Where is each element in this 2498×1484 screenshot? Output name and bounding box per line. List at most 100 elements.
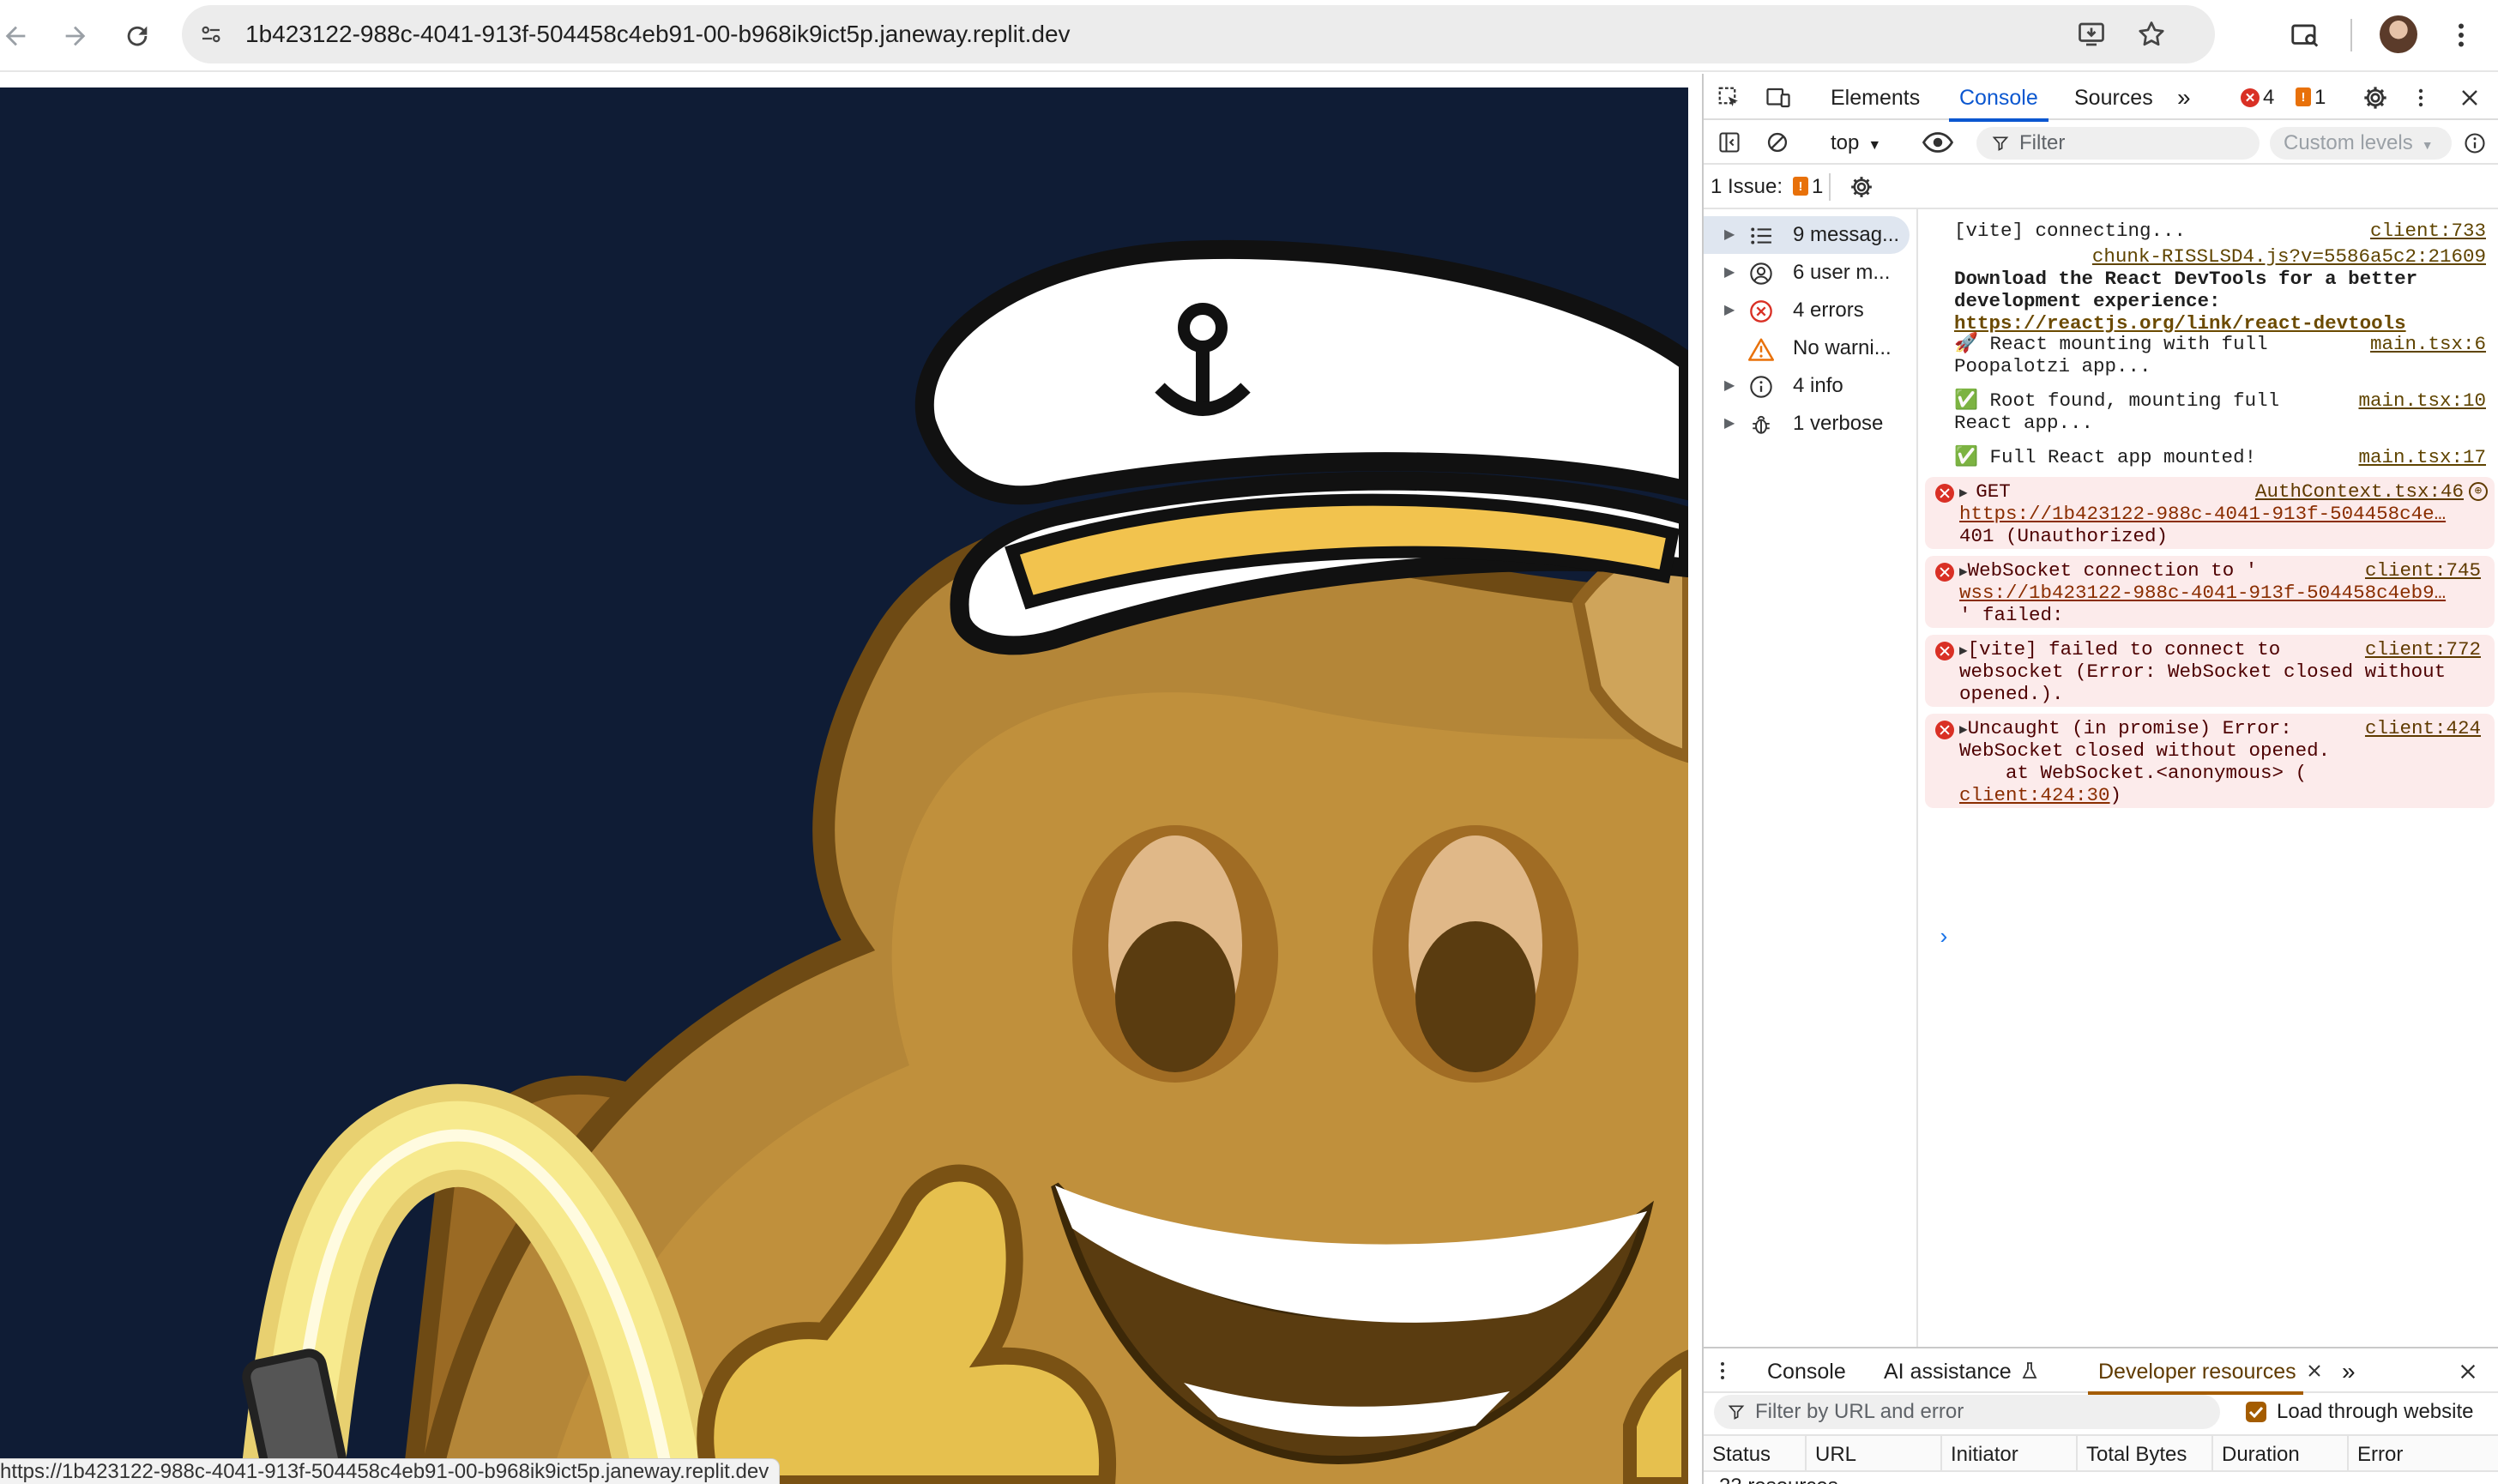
tab-console[interactable]: Console: [1949, 74, 2048, 122]
log-levels-label: Custom levels: [2284, 131, 2413, 154]
console-prompt-icon[interactable]: ›: [1937, 926, 1951, 949]
network-globe-icon[interactable]: ⊕: [2469, 482, 2488, 501]
live-expression-eye-icon[interactable]: [1922, 129, 1954, 156]
close-devtools-icon[interactable]: [2455, 83, 2484, 112]
column-status[interactable]: Status: [1704, 1436, 1771, 1472]
expand-arrow-icon[interactable]: ▶: [1724, 367, 1735, 405]
devtools-menu-icon[interactable]: [2411, 83, 2431, 112]
column-url[interactable]: URL: [1805, 1436, 1856, 1472]
arrow-left-icon: [5, 26, 26, 46]
issues-count[interactable]: 1: [1812, 165, 1823, 209]
request-url-link[interactable]: https://1b423122-988c-4041-913f-504458c4…: [1959, 503, 2446, 525]
drawer-menu-icon[interactable]: [1714, 1357, 1731, 1384]
resource-filter-input[interactable]: Filter by URL and error: [1714, 1395, 2220, 1429]
browser-menu-icon[interactable]: [2440, 14, 2483, 57]
settings-gear-icon[interactable]: [2361, 83, 2390, 112]
reload-icon: [127, 26, 148, 46]
bookmark-star-icon[interactable]: [2134, 17, 2169, 51]
issues-bar: 1 Issue: ! 1: [1704, 165, 2498, 209]
drawer-tab-ai-assistance[interactable]: AI assistance: [1884, 1348, 2012, 1393]
bug-icon: [1748, 412, 1774, 437]
source-link[interactable]: main.tsx:17: [2358, 446, 2486, 468]
sidebar-item-warnings[interactable]: No warni...: [1704, 329, 1916, 367]
warning-icon: [1748, 336, 1774, 362]
console-error: ▶ GET AuthContext.tsx:46 ⊕ https://1b423…: [1925, 477, 2495, 549]
react-devtools-link[interactable]: https://reactjs.org/link/react-devtools: [1954, 312, 2435, 335]
console-filter-input[interactable]: Filter: [1976, 127, 2260, 160]
address-bar[interactable]: 1b423122-988c-4041-913f-504458c4eb91-00-…: [182, 5, 2215, 63]
install-app-icon[interactable]: [2074, 17, 2109, 51]
sidebar-item-info[interactable]: ▶ 4 info: [1704, 367, 1916, 405]
message-text: Poopalotzi app...: [1954, 355, 2151, 377]
expand-arrow-icon[interactable]: ▶: [1724, 216, 1735, 254]
more-tabs-icon[interactable]: »: [2177, 74, 2191, 120]
stack-frame-link[interactable]: client:424:30: [1959, 784, 2110, 806]
source-link[interactable]: AuthContext.tsx:46: [2255, 480, 2464, 503]
sidebar-item-errors[interactable]: ▶ 4 errors: [1704, 292, 1916, 329]
more-drawer-tabs-icon[interactable]: »: [2342, 1348, 2356, 1393]
source-link[interactable]: client:424: [2365, 717, 2481, 739]
browser-toolbar: 1b423122-988c-4041-913f-504458c4eb91-00-…: [0, 0, 2498, 72]
source-link[interactable]: main.tsx:10: [2358, 389, 2486, 412]
expand-arrow-icon[interactable]: ▶: [1959, 722, 1968, 738]
drawer-tab-developer-resources[interactable]: Developer resources: [2088, 1348, 2303, 1395]
message-text: 🚀 React mounting with full: [1954, 333, 2268, 355]
info-circle-icon[interactable]: [2462, 130, 2488, 156]
error-text: at WebSocket.<anonymous> (: [1959, 762, 2308, 784]
profile-avatar[interactable]: [2380, 15, 2417, 53]
column-duration[interactable]: Duration: [2211, 1436, 2300, 1472]
source-link[interactable]: chunk-RISSLSD4.js?v=5586a5c2:21609: [2092, 245, 2486, 268]
web-page: https://1b423122-988c-4041-913f-504458c4…: [0, 74, 1702, 1484]
expand-arrow-icon[interactable]: ▶: [1959, 486, 1976, 501]
console-log: [vite] connecting... client:733 chunk-RI…: [1920, 209, 2498, 1359]
sidebar-item-messages[interactable]: ▶ 9 messag...: [1704, 216, 1910, 254]
drawer-tab-console[interactable]: Console: [1767, 1348, 1846, 1393]
site-info-icon[interactable]: [194, 17, 228, 51]
error-icon: [1935, 721, 1954, 739]
dropdown-caret-icon: ▼: [2421, 138, 2434, 152]
sidebar-toggle-icon[interactable]: [1716, 129, 1743, 156]
error-count-icon[interactable]: ✕: [2241, 88, 2260, 107]
load-through-website-checkbox[interactable]: [2246, 1402, 2266, 1422]
clear-console-icon[interactable]: [1764, 129, 1791, 156]
expand-arrow-icon[interactable]: ▶: [1724, 405, 1735, 443]
device-toolbar-icon[interactable]: [1764, 84, 1793, 112]
expand-arrow-icon[interactable]: ▶: [1724, 292, 1735, 329]
search-tabs-icon[interactable]: [2284, 14, 2326, 57]
issue-count[interactable]: 1: [2314, 74, 2326, 120]
column-total-bytes[interactable]: Total Bytes: [2076, 1436, 2187, 1472]
sidebar-item-user-messages[interactable]: ▶ 6 user m...: [1704, 254, 1916, 292]
context-selector[interactable]: top ▼: [1831, 129, 1881, 158]
source-link[interactable]: main.tsx:6: [2370, 333, 2486, 355]
error-text: opened.).: [1959, 683, 2064, 705]
source-link[interactable]: client:733: [2370, 220, 2486, 242]
source-link[interactable]: client:772: [2365, 638, 2481, 661]
column-initiator[interactable]: Initiator: [1940, 1436, 2018, 1472]
expand-arrow-icon[interactable]: ▶: [1959, 564, 1968, 580]
issue-flag-icon[interactable]: !: [2296, 87, 2311, 106]
checkbox-label[interactable]: Load through website: [2277, 1395, 2474, 1429]
websocket-url-link[interactable]: wss://1b423122-988c-4041-913f-504458c4eb…: [1959, 582, 2446, 604]
error-count[interactable]: 4: [2263, 74, 2274, 120]
sidebar-item-verbose[interactable]: ▶ 1 verbose: [1704, 405, 1916, 443]
console-settings-gear-icon[interactable]: [1848, 173, 1875, 201]
checkmark-icon: [2248, 1406, 2264, 1419]
tab-elements[interactable]: Elements: [1831, 74, 1920, 120]
back-button[interactable]: [0, 12, 39, 60]
url-text[interactable]: 1b423122-988c-4041-913f-504458c4eb91-00-…: [245, 5, 1071, 63]
log-levels-dropdown[interactable]: Custom levels ▼: [2270, 127, 2452, 160]
user-icon: [1748, 261, 1774, 287]
console-message: chunk-RISSLSD4.js?v=5586a5c2:21609 Downl…: [1920, 245, 2498, 335]
close-tab-icon[interactable]: [2304, 1360, 2325, 1381]
close-drawer-icon[interactable]: [2455, 1359, 2481, 1384]
expand-arrow-icon[interactable]: ▶: [1959, 643, 1968, 659]
expand-arrow-icon[interactable]: ▶: [1724, 254, 1735, 292]
tab-sources[interactable]: Sources: [2074, 74, 2153, 120]
reload-button[interactable]: [113, 12, 161, 60]
column-error[interactable]: Error: [2347, 1436, 2403, 1472]
inspect-element-icon[interactable]: [1716, 84, 1743, 112]
source-link[interactable]: client:745: [2365, 559, 2481, 582]
error-icon: [1935, 642, 1954, 661]
issue-flag-icon[interactable]: !: [1793, 177, 1808, 196]
forward-button[interactable]: [51, 12, 100, 60]
